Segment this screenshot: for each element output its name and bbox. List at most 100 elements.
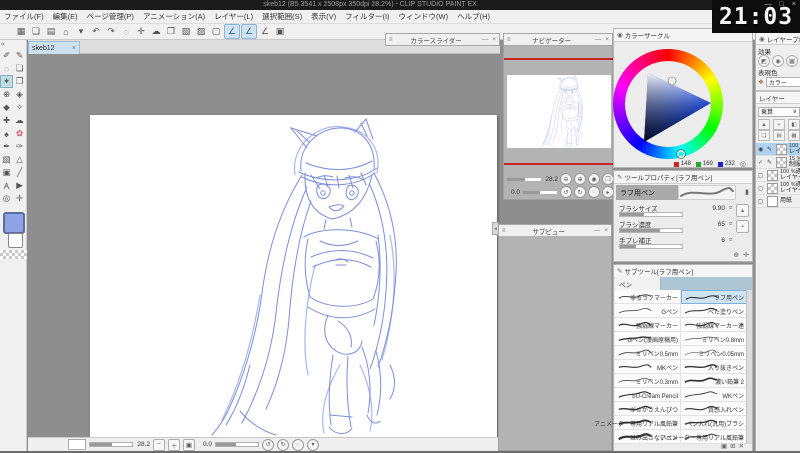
transfer-layer-icon[interactable]: ▦ (788, 130, 800, 141)
layer-row[interactable]: ◉ ✎ 100 %乗算レイヤー 3 (756, 143, 800, 156)
nav-rotate-slider[interactable] (522, 189, 558, 195)
brush-size-dynamics-button[interactable]: ▴ (736, 204, 749, 217)
layer-row[interactable]: ◻ 100 %通常レイヤー 2 (756, 169, 800, 182)
layer-panel-tab[interactable]: レイヤー ◫ ⬓ (756, 92, 800, 104)
subtool-item[interactable]: ミリペン0.5mm (615, 346, 681, 360)
liquify-tool-icon[interactable]: ✒ (0, 140, 13, 153)
document-tab-close-icon[interactable]: × (72, 45, 76, 52)
paper-thumbnail[interactable] (767, 195, 778, 207)
lock-icon[interactable]: ▮ (745, 188, 749, 196)
magic-wand-tool-icon[interactable]: ✦ (0, 75, 13, 88)
brush-density-dynamics-button[interactable]: ▪ (736, 220, 749, 233)
menu-page[interactable]: ページ管理(P) (87, 11, 134, 22)
frame-icon[interactable]: ❐ (164, 25, 178, 38)
subtool-item-selected[interactable]: ラフ用ペン (681, 290, 747, 304)
visibility-eye-icon[interactable]: ◉ (758, 146, 765, 153)
rotate-reset-button[interactable]: ◌ (292, 438, 304, 451)
subtool-item[interactable]: ペン入れ(汎用)ブラシ (681, 416, 747, 430)
balloon-tool-icon[interactable]: ✧ (13, 101, 26, 114)
pencil-tool-icon[interactable]: ✎ (13, 49, 26, 62)
redo-icon[interactable]: ↷ (104, 25, 118, 38)
panel-menu-icon[interactable]: ≡ (389, 37, 393, 43)
subtool-item[interactable]: アニメーター専用リアル風鉛筆 (594, 416, 681, 430)
border-effect-icon[interactable]: ◩ (758, 55, 770, 67)
sv-triangle[interactable] (613, 49, 723, 159)
eyedropper-tool-icon[interactable]: ▶ (13, 179, 26, 192)
stepper-icon[interactable]: ≎ (728, 205, 733, 211)
color-slider-title-bar[interactable]: ≡ カラースライダー — × (385, 33, 500, 46)
subtool-item[interactable]: 強弱線マーカー (615, 318, 681, 332)
menu-window[interactable]: ウィンドウ(W) (399, 11, 449, 22)
subtool-item[interactable]: Gペン(漫画原稿用) (615, 332, 681, 346)
add-setting-icon[interactable]: ⊕ (733, 251, 739, 259)
menu-file[interactable]: ファイル(F) (4, 11, 44, 22)
subtool-item[interactable]: ゆるラフマーカー (615, 290, 681, 304)
maximize-button[interactable]: □ (780, 1, 784, 8)
zoom-tool-icon[interactable]: ◎ (0, 192, 13, 205)
layer-cmd-icon[interactable]: ◧ (788, 119, 800, 130)
fit-screen-button[interactable]: ▣ (183, 438, 195, 451)
nav-rotate-reset-button[interactable]: ◌ (588, 186, 600, 198)
pen-tool-icon[interactable]: ✐ (0, 49, 13, 62)
new-layer-icon[interactable]: ❏ (758, 130, 770, 141)
rotate-cw-button[interactable]: ↻ (277, 438, 289, 451)
rotate-reset-icon[interactable]: ◌ (119, 25, 133, 38)
document-tab[interactable]: skeb12 × (28, 41, 80, 54)
gradient-tool-icon[interactable]: ◈ (13, 88, 26, 101)
stabilization-slider[interactable] (619, 244, 683, 249)
expression-color-select[interactable]: カラー ∨ (765, 77, 800, 87)
brush-size-value[interactable]: 9.90 (712, 205, 725, 212)
rotate-slider[interactable] (215, 442, 259, 447)
lasso-tool-icon[interactable]: ◌ (0, 62, 13, 75)
nav-actual-size-button[interactable]: ◉ (588, 173, 600, 185)
delete-subtool-icon[interactable]: ✕ (739, 442, 744, 450)
new-file-icon[interactable]: ❏ (29, 25, 43, 38)
layer-thumbnail[interactable] (776, 143, 787, 155)
ruler-tool-icon[interactable]: △ (13, 153, 26, 166)
frame-border-tool-icon[interactable]: ▣ (0, 166, 13, 179)
stepper-icon[interactable]: ≎ (728, 221, 733, 227)
grid-icon[interactable]: ▦ (14, 25, 28, 38)
correct-line-tool-icon[interactable]: ✑ (13, 140, 26, 153)
decoration-tool-icon[interactable]: ◆ (0, 101, 13, 114)
sub-color-swatch[interactable] (8, 233, 23, 248)
minimize-button[interactable]: — (765, 1, 772, 8)
snap-ruler-icon[interactable]: ∠ (224, 24, 240, 39)
subtool-item[interactable]: 質感入れペン (681, 402, 747, 416)
zoom-in-button[interactable]: ＋ (168, 438, 180, 451)
subtool-item[interactable]: WKペン (681, 388, 747, 402)
layer-color-effect-icon[interactable]: ▦ (786, 55, 798, 67)
subtool-scrollbar[interactable] (746, 290, 752, 444)
brush-density-value[interactable]: 65 (718, 221, 725, 228)
brush-tool-icon[interactable]: ✚ (0, 114, 13, 127)
nav-rotate-ccw-button[interactable]: ↺ (560, 186, 572, 198)
close-panel-icon[interactable]: × (605, 36, 609, 43)
stepper-icon[interactable]: ≎ (728, 237, 733, 243)
operation-tool-icon[interactable]: ❐ (13, 75, 26, 88)
fill-tool-icon[interactable]: ⊕ (0, 88, 13, 101)
menu-selection[interactable]: 選択範囲(S) (262, 11, 302, 22)
fill-icon[interactable]: ☁ (149, 25, 163, 38)
rotate-ccw-button[interactable]: ↺ (262, 438, 274, 451)
open-file-icon[interactable]: ▤ (44, 25, 58, 38)
close-panel-icon[interactable]: × (492, 36, 496, 43)
move-icon[interactable]: ✛ (134, 25, 148, 38)
zoom-slider[interactable] (89, 442, 133, 447)
dropdown-icon[interactable]: ▾ (74, 25, 88, 38)
zoom-out-button[interactable]: − (153, 438, 165, 451)
nav-zoom-in-button[interactable]: ⊕ (574, 173, 586, 185)
new-subtool-icon[interactable]: ▣ (721, 442, 727, 450)
close-panel-icon[interactable]: × (604, 227, 608, 234)
subtool-item[interactable]: べた塗りペン (681, 304, 747, 318)
new-folder-icon[interactable]: ▤ (773, 130, 785, 141)
layer-thumbnail[interactable] (776, 156, 787, 168)
detail-settings-icon[interactable]: ✛ (743, 251, 749, 259)
main-color-swatch[interactable] (3, 212, 25, 234)
layer-row[interactable]: ✓ ✎ 15 %制服 (756, 156, 800, 169)
eraser-tool-icon[interactable]: ✿ (13, 127, 26, 140)
panel-menu-icon[interactable]: ≡ (502, 228, 506, 234)
blend-tool-icon[interactable]: ♠ (0, 127, 13, 140)
checkmark-icon[interactable]: ✓ (758, 159, 765, 166)
layer-cmd-icon[interactable]: ▲ (758, 119, 770, 130)
figure-tool-icon[interactable]: ▧ (0, 153, 13, 166)
